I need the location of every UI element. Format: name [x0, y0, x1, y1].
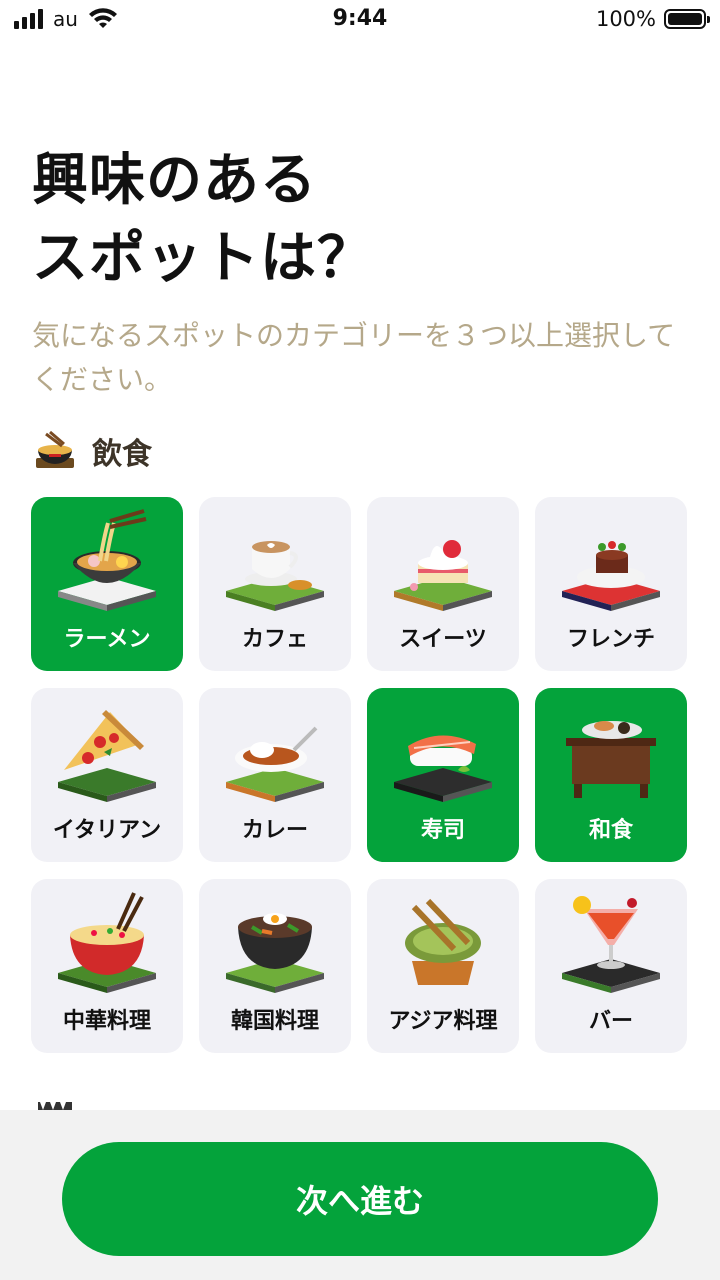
next-button[interactable]: 次へ進む	[62, 1142, 658, 1256]
category-label: 和食	[588, 818, 633, 843]
category-label: バー	[588, 1009, 633, 1034]
ramen-icon	[58, 509, 156, 611]
category-tile[interactable]: ラーメン	[31, 497, 183, 671]
battery-fill	[668, 13, 702, 25]
sushi-icon	[394, 735, 492, 802]
category-tile[interactable]: 寿司	[367, 688, 519, 862]
category-label: フレンチ	[566, 627, 655, 652]
category-label: スイーツ	[399, 627, 487, 652]
page-title-line: 興味のある	[32, 148, 317, 213]
curry-icon	[226, 726, 324, 802]
category-label: 寿司	[420, 818, 465, 843]
french-icon	[562, 541, 660, 611]
category-label: ラーメン	[63, 627, 151, 652]
category-tile[interactable]: カレー	[199, 688, 351, 862]
footer: 次へ進む	[0, 1110, 720, 1280]
section-title: 飲食	[92, 437, 152, 472]
category-label: カレー	[241, 818, 308, 843]
category-tile[interactable]: 中華料理	[31, 879, 183, 1053]
status-right: 100%	[595, 7, 710, 31]
category-tile[interactable]: 韓国料理	[199, 879, 351, 1053]
category-tile[interactable]: カフェ	[199, 497, 351, 671]
category-label: アジア料理	[388, 1009, 498, 1034]
satay-icon	[405, 898, 481, 985]
category-tile[interactable]: 和食	[535, 688, 687, 862]
page-subtitle: 気になるスポットのカテゴリーを３つ以上選択してください。	[32, 319, 676, 396]
ramen-bowl-icon	[36, 430, 74, 468]
category-tile[interactable]: イタリアン	[31, 688, 183, 862]
category-grid: ラーメン カフェ スイーツ フレンチイタリアン カレー 寿司 和食中華料理 韓国料理 アジア料理…	[31, 497, 689, 1053]
battery-percent: 100%	[595, 7, 656, 31]
category-tile[interactable]: スイーツ	[367, 497, 519, 671]
category-tile[interactable]: フレンチ	[535, 497, 687, 671]
cocktail-icon	[562, 896, 660, 993]
page-title-line: スポットは？	[32, 226, 374, 291]
category-label: 韓国料理	[230, 1009, 319, 1034]
sweets-icon	[394, 540, 492, 611]
category-label: カフェ	[241, 627, 308, 652]
category-label: イタリアン	[52, 818, 162, 843]
category-tile[interactable]: バー	[535, 879, 687, 1053]
status-bar: au 9:44 100%	[0, 0, 720, 40]
cafe-icon	[226, 541, 324, 611]
japanese-food-icon	[566, 721, 656, 798]
battery-icon	[664, 9, 710, 29]
fried-rice-icon	[58, 892, 156, 993]
pizza-icon	[58, 710, 156, 802]
bibimbap-icon	[226, 913, 324, 993]
category-label: 中華料理	[62, 1009, 151, 1034]
category-tile[interactable]: アジア料理	[367, 879, 519, 1053]
page-title: 興味のある スポットは？	[32, 142, 374, 298]
section-header-food: 飲食	[32, 428, 152, 474]
